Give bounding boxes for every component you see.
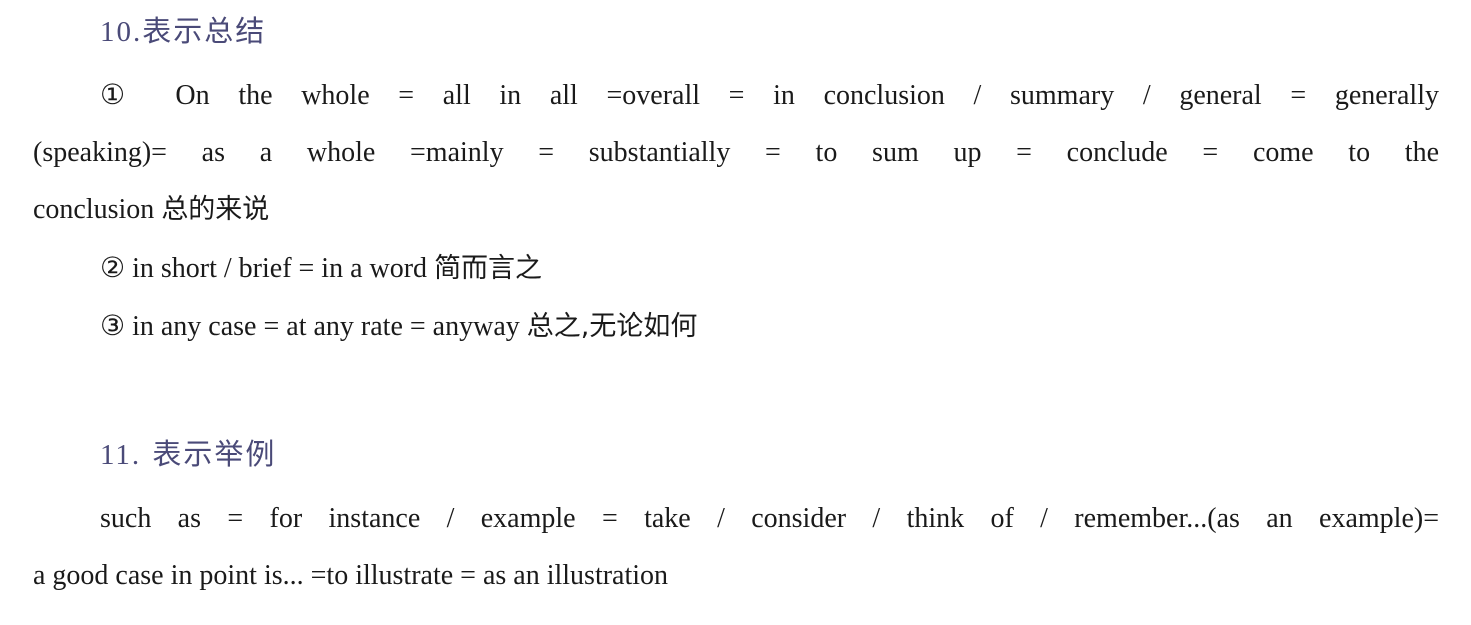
summary-item-2-en: ② in short / brief = in a word [100, 253, 428, 284]
section-11-title: 表示举例 [152, 437, 277, 471]
summary-line-3-cn: 总的来说 [161, 194, 270, 225]
example-line-1: such as = for instance / example = take … [100, 503, 1439, 534]
summary-item-3: ③ in any case = at any rate = anyway 总之,… [100, 313, 697, 341]
summary-line-2: (speaking)= as a whole =mainly = substan… [33, 137, 1439, 168]
summary-line-3-en: conclusion [33, 194, 155, 225]
summary-line-1: ① On the whole = all in all =overall = i… [100, 80, 1439, 111]
section-10-heading: 10.表示总结 [100, 8, 266, 50]
example-line-2: a good case in point is... =to illustrat… [33, 560, 669, 591]
summary-item-3-cn: 总之,无论如何 [526, 311, 698, 342]
section-10-title: 表示总结 [142, 14, 267, 48]
summary-item-3-en: ③ in any case = at any rate = anyway [100, 311, 520, 342]
summary-item-2: ② in short / brief = in a word 简而言之 [100, 255, 542, 283]
section-11-number: 11. [100, 439, 142, 471]
section-11-heading: 11. 表示举例 [100, 431, 276, 473]
summary-line-3: conclusion 总的来说 [33, 196, 269, 224]
summary-item-2-cn: 简而言之 [434, 253, 543, 284]
section-10-number: 10. [100, 16, 143, 48]
document-page: 10.表示总结 ① On the whole = all in all =ove… [0, 0, 1471, 625]
